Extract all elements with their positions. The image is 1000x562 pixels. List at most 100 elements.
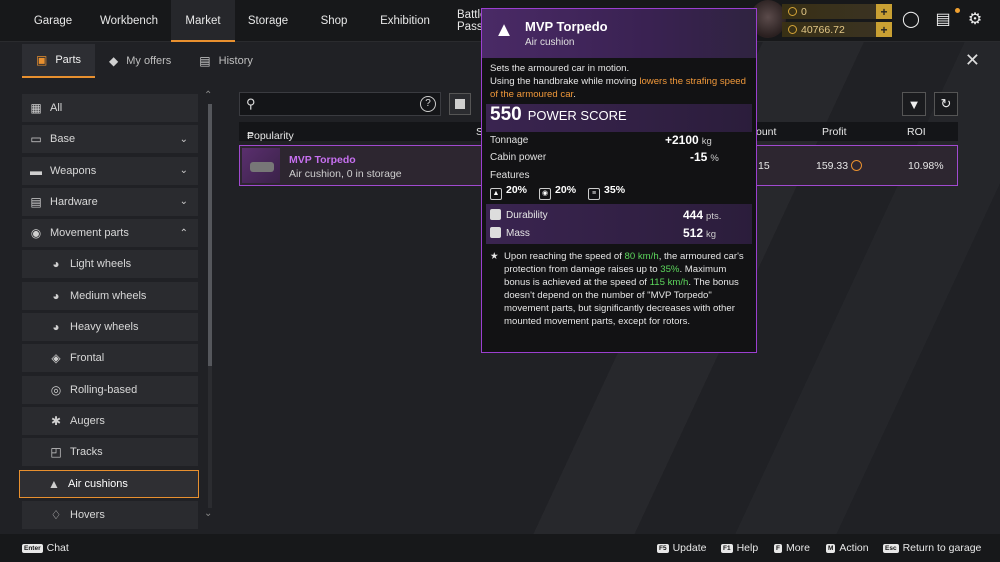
stat-cabin-power: Cabin power -15%: [490, 150, 719, 164]
sidebar-scrollbar[interactable]: ⌃ ⌄: [204, 90, 213, 522]
stat-mass: Mass 512 kg: [490, 226, 752, 245]
subtab-parts[interactable]: ▣ Parts: [22, 44, 96, 78]
primary-currency: 0 +: [782, 4, 892, 19]
header-amount[interactable]: ount: [756, 126, 776, 138]
help-icon[interactable]: ?: [420, 96, 436, 112]
coin-icon: [788, 25, 797, 34]
tracks-icon: ◰: [50, 445, 62, 460]
sidebar-item-air-cushions[interactable]: ▲ Air cushions: [19, 469, 199, 498]
scroll-thumb[interactable]: [208, 104, 212, 366]
row-profit: 159.33: [816, 160, 863, 172]
row-part-name: MVP Torpedo: [289, 154, 356, 166]
chevron-up-icon: ⌃: [179, 227, 188, 239]
tab-market[interactable]: Market: [171, 0, 235, 42]
stat-tonnage: Tonnage +2100 kg: [490, 133, 712, 147]
hover-icon: ♢: [50, 507, 62, 522]
more-button[interactable]: F More: [774, 542, 810, 554]
coin-icon: [851, 160, 863, 171]
bottom-bar: Enter Chat F5 Update F1 Help F More M Action …: [0, 534, 1000, 562]
mouse-icon: M: [826, 544, 836, 553]
add-coins-button[interactable]: +: [876, 22, 892, 37]
sidebar-item-hovers[interactable]: ♢ Hovers: [22, 500, 198, 529]
category-sidebar: ▦ All ▭ Base ⌄ ▬ Weapons ⌄ ▤ Hardware ⌄ ◉ Moveme…: [19, 94, 199, 532]
secondary-currency: 40766.72 +: [782, 22, 892, 37]
feature-icon: ▲: [490, 188, 502, 200]
stat-durability: Durability 444 pts.: [490, 208, 752, 227]
wheel-icon: ◉: [30, 226, 42, 241]
help-button[interactable]: F1 Help: [721, 542, 758, 554]
currency-panel: 0 + 40766.72 +: [782, 4, 892, 40]
filter-checkbox[interactable]: [449, 93, 471, 115]
tab-garage[interactable]: Garage: [19, 0, 87, 42]
tab-storage[interactable]: Storage: [235, 0, 301, 42]
gun-icon: ▬: [30, 163, 42, 178]
weight-icon: [490, 227, 501, 238]
search-input[interactable]: ⚲ ?: [239, 92, 441, 116]
sidebar-item-medium-wheels[interactable]: ◕ Medium wheels: [22, 281, 198, 310]
sidebar-item-weapons[interactable]: ▬ Weapons ⌄: [22, 156, 198, 185]
air-cushion-icon: ▲: [48, 476, 60, 491]
scroll-down-icon[interactable]: ⌄: [204, 508, 212, 519]
row-part-subtitle: Air cushion, 0 in storage: [289, 168, 402, 180]
close-icon[interactable]: ✕: [965, 50, 980, 71]
chevron-down-icon: ⌄: [179, 196, 188, 208]
clear-filter-icon[interactable]: ▼: [902, 92, 926, 116]
add-currency-button[interactable]: +: [876, 4, 892, 19]
sidebar-item-base[interactable]: ▭ Base ⌄: [22, 125, 198, 154]
wheel-icon: ◕: [52, 320, 60, 335]
wheel-icon: ◕: [52, 257, 60, 272]
features-label: Features: [490, 170, 530, 181]
header-profit[interactable]: Profit: [822, 126, 847, 138]
settings-icon[interactable]: ⚙: [966, 10, 984, 28]
durability-icon: [490, 209, 501, 220]
refresh-icon[interactable]: ↻: [934, 92, 958, 116]
tab-workbench[interactable]: Workbench: [87, 0, 171, 42]
return-to-garage-button[interactable]: Esc Return to garage: [883, 542, 981, 554]
auger-icon: ✱: [50, 413, 62, 428]
parts-icon: ▣: [36, 53, 48, 67]
sidebar-item-rolling-based[interactable]: ◎ Rolling-based: [22, 375, 198, 404]
news-icon[interactable]: ▤: [934, 10, 952, 28]
tab-exhibition[interactable]: Exhibition: [367, 0, 443, 42]
wheel-icon: ◕: [52, 288, 60, 303]
history-icon: ▤: [199, 54, 211, 68]
sidebar-item-movement-parts[interactable]: ◉ Movement parts ⌃: [22, 219, 198, 248]
rolling-icon: ◎: [50, 382, 62, 397]
header-roi[interactable]: ROI: [907, 126, 926, 138]
durability-mass-box: Durability 444 pts. Mass 512 kg: [486, 204, 752, 244]
chevron-down-icon: ⌄: [179, 133, 188, 145]
tooltip-description: Sets the armoured car in motion. Using t…: [490, 63, 746, 100]
speed-shield-icon: ≡: [588, 188, 601, 200]
grid-icon: ▦: [30, 101, 42, 115]
star-icon: ★: [490, 251, 499, 262]
feature-item: ≡ 35%: [588, 184, 625, 200]
frame-icon: ▭: [30, 132, 42, 147]
tooltip-bonus-text: ★ Upon reaching the speed of 80 km/h, th…: [490, 251, 744, 327]
scroll-up-icon[interactable]: ⌃: [204, 90, 212, 101]
feature-item: ◉ 20%: [539, 184, 576, 200]
sidebar-item-heavy-wheels[interactable]: ◕ Heavy wheels: [22, 313, 198, 342]
notification-dot: [955, 8, 960, 13]
sidebar-item-tracks[interactable]: ◰ Tracks: [22, 438, 198, 467]
sidebar-item-light-wheels[interactable]: ◕ Light wheels: [22, 250, 198, 279]
air-cushion-icon: ▲: [494, 19, 514, 41]
subtab-history[interactable]: ▤ History: [185, 44, 267, 78]
power-score: 550 POWER SCORE: [486, 104, 752, 132]
speedometer-icon[interactable]: ◯: [902, 10, 920, 28]
action-button[interactable]: M Action: [826, 542, 869, 554]
sidebar-item-frontal[interactable]: ◈ Frontal: [22, 344, 198, 373]
sidebar-item-augers[interactable]: ✱ Augers: [22, 406, 198, 435]
tab-shop[interactable]: Shop: [301, 0, 367, 42]
tooltip-header: ▲ MVP Torpedo Air cushion: [482, 9, 756, 58]
part-tooltip: ▲ MVP Torpedo Air cushion Sets the armou…: [481, 8, 757, 353]
top-icons: ◯ ▤ ⚙: [902, 10, 984, 28]
tooltip-subtitle: Air cushion: [525, 37, 575, 48]
chevron-down-icon: ⌄: [179, 165, 188, 177]
features-list: ▲ 20% ◉ 20% ≡ 35%: [490, 184, 748, 200]
chat-button[interactable]: Enter Chat: [22, 542, 69, 554]
search-icon: ⚲: [246, 96, 256, 111]
sidebar-item-hardware[interactable]: ▤ Hardware ⌄: [22, 187, 198, 216]
update-button[interactable]: F5 Update: [657, 542, 706, 554]
sidebar-item-all[interactable]: ▦ All: [22, 94, 198, 122]
subtab-my-offers[interactable]: ◆ My offers: [95, 44, 185, 78]
